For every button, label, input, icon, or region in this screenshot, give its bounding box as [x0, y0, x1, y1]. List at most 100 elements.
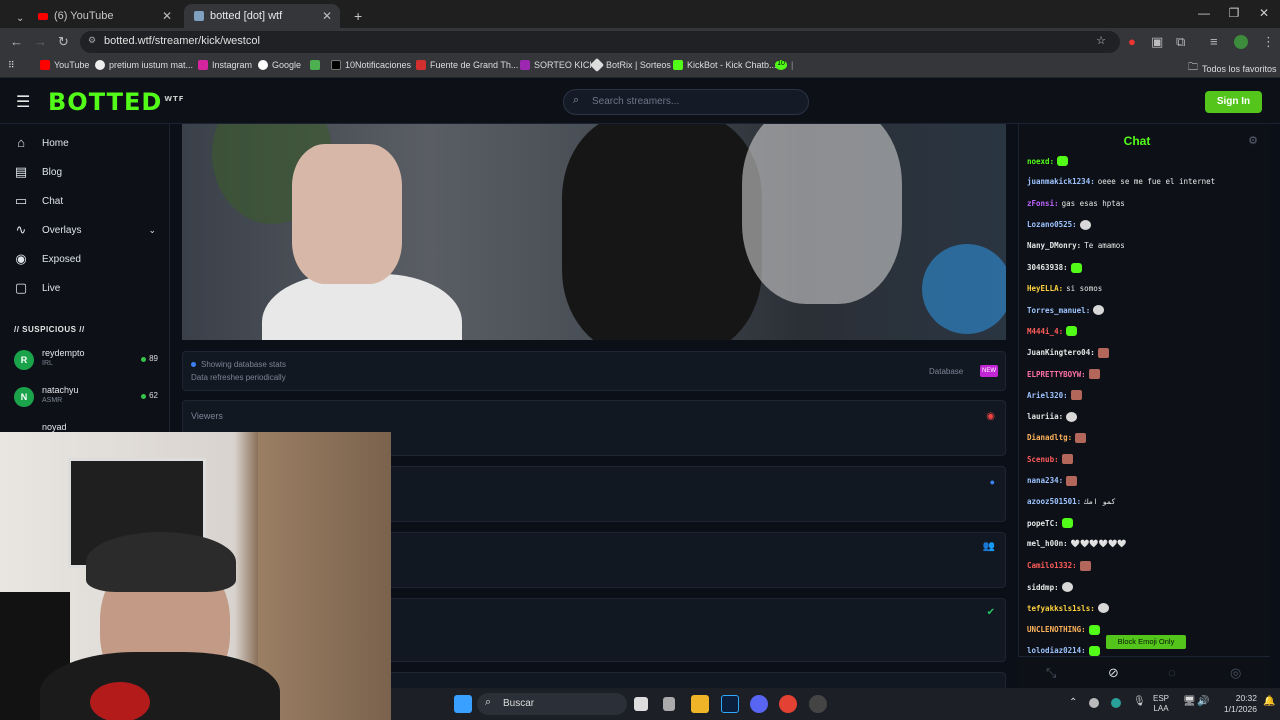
chat-username[interactable]: HeyELLA:	[1027, 284, 1063, 293]
sidebar-item-chat[interactable]: ▭ Chat	[14, 194, 63, 208]
task-view-icon[interactable]	[634, 697, 648, 711]
streamer-item[interactable]: R reydempto IRL 89	[14, 348, 164, 374]
emote-icon	[1061, 582, 1073, 592]
chat-username[interactable]: 30463938:	[1027, 263, 1068, 272]
database-label[interactable]: Database	[929, 367, 963, 376]
bookmark-google[interactable]: Google	[258, 60, 301, 70]
discord-icon[interactable]	[750, 695, 768, 713]
gear-icon[interactable]: ⚙	[1248, 134, 1258, 147]
language-indicator[interactable]: ESP LAA	[1153, 694, 1169, 714]
bookmark-x-notifications[interactable]: 10Notificaciones	[331, 60, 411, 70]
bookmark-10[interactable]: 10 |	[775, 60, 793, 70]
chat-username[interactable]: siddmp:	[1027, 583, 1059, 592]
collapse-icon[interactable]: ⤡	[1046, 665, 1056, 681]
chat-username[interactable]: juanmakick1234:	[1027, 177, 1095, 186]
chat-username[interactable]: mel_h00n:	[1027, 539, 1068, 548]
site-logo[interactable]: BOTTED WTF	[48, 88, 185, 116]
file-explorer-icon[interactable]	[691, 695, 709, 713]
sidebar-item-exposed[interactable]: ◉ Exposed	[14, 252, 81, 266]
tray-chevron-icon[interactable]: ⌃	[1069, 697, 1077, 708]
all-bookmarks[interactable]: 🗀 Todos los favoritos	[1188, 60, 1277, 77]
forward-icon[interactable]: →	[34, 34, 47, 49]
chat-username[interactable]: tefyakksls1sls:	[1027, 604, 1095, 613]
chat-text: si somos	[1066, 283, 1103, 293]
chrome-icon[interactable]	[779, 695, 797, 713]
back-icon[interactable]: ←	[10, 34, 23, 49]
sidebar-item-home[interactable]: ⌂ Home	[14, 136, 69, 150]
extension-icon[interactable]: ▣	[1151, 34, 1163, 50]
sidebar-item-overlays[interactable]: ∿ Overlays ⌄	[14, 223, 156, 237]
extension-icon[interactable]: ●	[1128, 34, 1136, 49]
extensions-puzzle-icon[interactable]: ⧉	[1176, 34, 1185, 50]
taskbar-search[interactable]: ⌕ Buscar	[477, 693, 627, 715]
site-info-icon[interactable]: ⚙	[88, 35, 96, 46]
windows-start-icon[interactable]	[454, 695, 472, 713]
chat-username[interactable]: Torres_manuel:	[1027, 306, 1090, 315]
new-tab-button[interactable]: +	[344, 4, 372, 28]
streamer-item[interactable]: N natachyu ASMR 62	[14, 385, 164, 411]
chat-username[interactable]: zFonsi:	[1027, 199, 1059, 208]
restore-button[interactable]: ❐	[1219, 6, 1249, 20]
chat-username[interactable]: popeTC:	[1027, 519, 1059, 528]
clock[interactable]: 20:32 1/1/2026	[1217, 693, 1257, 715]
chat-username[interactable]: noexd:	[1027, 157, 1054, 166]
bookmark-kickbot[interactable]: KickBot - Kick Chatb...	[673, 60, 777, 70]
network-icon[interactable]: 🖥	[1183, 696, 1196, 707]
menu-dots-icon[interactable]: ⋮	[1262, 34, 1275, 50]
close-icon[interactable]: ✕	[322, 9, 332, 23]
profile-avatar[interactable]	[1234, 35, 1248, 49]
tab-youtube[interactable]: (6) YouTube ✕	[28, 4, 180, 28]
close-icon[interactable]: ✕	[162, 9, 172, 23]
apps-grid-icon[interactable]: ⠿	[8, 60, 15, 71]
volume-icon[interactable]: 🔊	[1197, 696, 1209, 707]
chat-username[interactable]: ELPRETTYBOYW:	[1027, 370, 1086, 379]
sidebar-item-blog[interactable]: ▤ Blog	[14, 165, 62, 179]
chat-username[interactable]: Dianadltg:	[1027, 433, 1072, 442]
chat-username[interactable]: lolodiaz0214:	[1027, 646, 1086, 655]
settings-icon[interactable]: ◎	[1230, 665, 1241, 681]
sidebar-item-live[interactable]: ▢ Live	[14, 281, 61, 295]
reload-icon[interactable]: ↻	[58, 34, 69, 50]
chat-message: Scenub:	[1027, 454, 1073, 465]
chat-username[interactable]: Ariel320:	[1027, 391, 1068, 400]
reading-list-icon[interactable]: ≡	[1210, 34, 1218, 49]
filter-icon[interactable]: ◌	[1168, 665, 1176, 680]
stream-video[interactable]	[182, 124, 1006, 340]
tray-app-icon[interactable]	[1089, 698, 1099, 708]
bookmark-botrix[interactable]: BotRix | Sorteos	[589, 57, 671, 73]
sign-in-button[interactable]: Sign In	[1205, 91, 1262, 113]
microphone-icon[interactable]: 🎙	[1133, 696, 1146, 707]
bookmark-star-icon[interactable]: ☆	[1096, 34, 1106, 47]
chat-username[interactable]: UNCLENOTHING:	[1027, 625, 1086, 634]
chat-username[interactable]: Camilo1332:	[1027, 561, 1077, 570]
hamburger-menu-icon[interactable]: ☰	[16, 92, 30, 112]
bookmark-icon-only[interactable]	[310, 60, 320, 70]
chat-username[interactable]: JuanKingtero04:	[1027, 348, 1095, 357]
minimize-button[interactable]: —	[1189, 6, 1219, 20]
app-icon[interactable]	[809, 695, 827, 713]
bookmark-sorteo-kick[interactable]: SORTEO KICK	[520, 60, 595, 70]
notification-icon[interactable]: 🔔	[1263, 696, 1275, 707]
chat-username[interactable]: nana234:	[1027, 476, 1063, 485]
bookmark-gta-font[interactable]: Fuente de Grand Th...	[416, 60, 518, 70]
emote-icon	[1066, 475, 1078, 486]
tray-app-icon[interactable]	[1111, 698, 1121, 708]
emote-icon	[1097, 603, 1109, 614]
chat-username[interactable]: M444i_4:	[1027, 327, 1063, 336]
chat-username[interactable]: Lozano0525:	[1027, 220, 1077, 229]
block-emoji-button[interactable]: ⊘	[1108, 665, 1119, 681]
close-window-button[interactable]: ✕	[1249, 6, 1279, 20]
photoshop-icon[interactable]	[721, 695, 739, 713]
bookmark-instagram[interactable]: Instagram	[198, 60, 252, 70]
chat-username[interactable]: lauriia:	[1027, 412, 1063, 421]
bookmark-youtube[interactable]: YouTube	[40, 60, 89, 70]
url-input[interactable]: ⚙ botted.wtf/streamer/kick/westcol ☆	[80, 31, 1120, 53]
tab-botted[interactable]: botted [dot] wtf ✕	[184, 4, 340, 28]
app-icon[interactable]	[663, 697, 675, 711]
emote-icon	[1070, 262, 1082, 273]
bookmark-pretium[interactable]: pretium iustum mat...	[95, 60, 193, 70]
chat-username[interactable]: Nany_DMonry:	[1027, 241, 1081, 250]
chat-username[interactable]: azooz501501:	[1027, 497, 1081, 506]
search-input[interactable]: ⌕ Search streamers...	[563, 89, 809, 115]
chat-username[interactable]: Scenub:	[1027, 455, 1059, 464]
